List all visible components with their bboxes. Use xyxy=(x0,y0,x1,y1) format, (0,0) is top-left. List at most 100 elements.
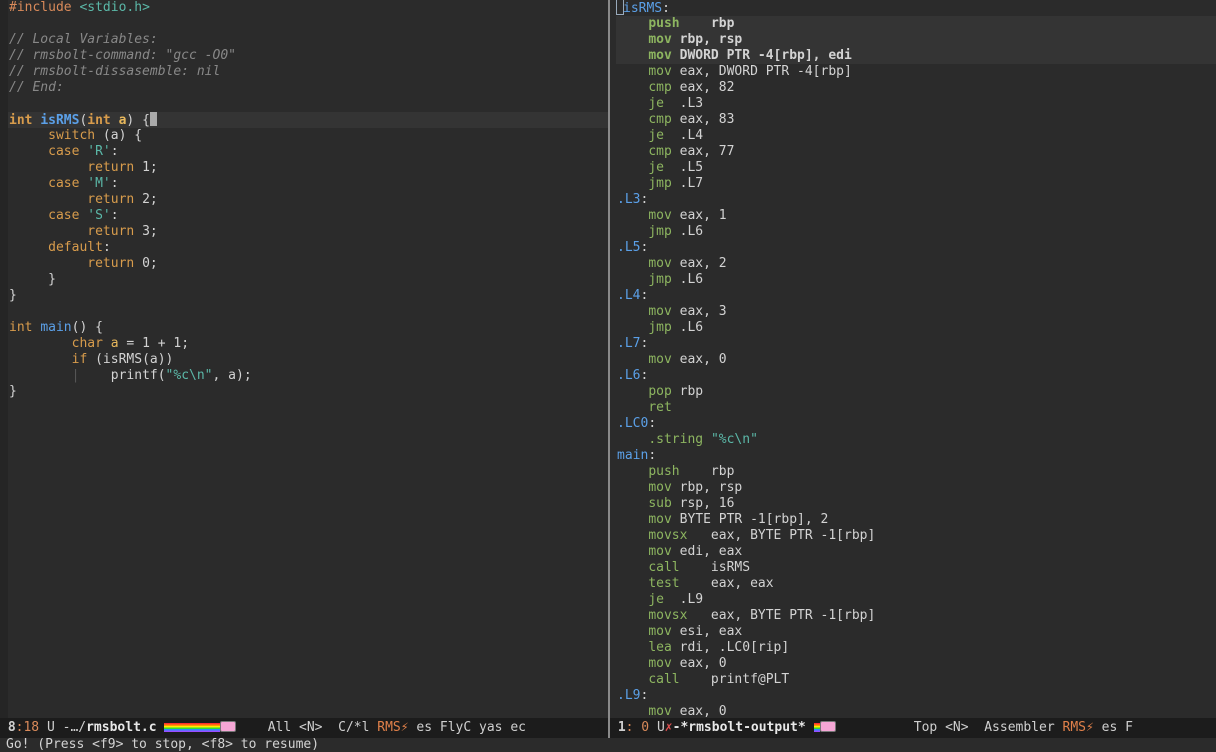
line-number: 8 xyxy=(0,720,16,735)
asm-label: .LC0: xyxy=(617,416,657,431)
nyan-rainbow-icon xyxy=(164,723,221,732)
asm-line: mov eax, 0 xyxy=(648,704,727,718)
mode-info: Top <N> Assembler xyxy=(835,720,1063,735)
asm-line: pop rbp xyxy=(648,384,704,399)
asm-line: mov rbp, rsp xyxy=(648,480,743,495)
code-line: return 1; xyxy=(87,160,158,175)
lightning-icon: ⚡ xyxy=(1085,720,1094,735)
asm-line: je .L3 xyxy=(648,96,704,111)
asm-label: isRMS: xyxy=(616,0,1216,16)
asm-line: mov eax, 2 xyxy=(648,256,727,271)
column-number: : 0 xyxy=(625,720,650,735)
asm-label: .L4: xyxy=(617,288,649,303)
path-prefix: -…/ xyxy=(62,720,87,735)
asm-line: jmp .L6 xyxy=(648,272,704,287)
asm-line: je .L9 xyxy=(648,592,704,607)
buffer-state: U xyxy=(649,720,665,735)
asm-label: .L9: xyxy=(617,688,649,703)
column-number: :18 xyxy=(15,720,40,735)
echo-area: Go! (Press <f9> to stop, <f8> to resume) xyxy=(0,738,1216,752)
include-header: <stdio.h> xyxy=(79,0,150,15)
mode-line-left[interactable]: 8:18 U -…/rmsbolt.c All <N> C/*l RMS⚡ es… xyxy=(0,718,608,738)
nyan-cat-icon xyxy=(819,721,836,732)
assembly-code[interactable]: isRMS: push rbp mov rbp, rsp mov DWORD P… xyxy=(616,0,1216,718)
asm-line: call isRMS xyxy=(648,560,751,575)
asm-line: mov BYTE PTR -1[rbp], 2 xyxy=(648,512,829,527)
code-line: return 3; xyxy=(87,224,158,239)
asm-line: sub rsp, 16 xyxy=(648,496,735,511)
buffer-name[interactable]: rmsbolt.c xyxy=(86,720,156,735)
asm-line-highlighted: push rbp xyxy=(616,16,1216,32)
asm-line: cmp eax, 83 xyxy=(648,112,735,127)
minor-modes[interactable]: es F xyxy=(1094,720,1133,735)
asm-label: .L6: xyxy=(617,368,649,383)
comment-line: // Local Variables: xyxy=(9,32,158,47)
asm-line: je .L5 xyxy=(648,160,704,175)
source-editor-pane[interactable]: #include <stdio.h> // Local Variables: /… xyxy=(0,0,608,718)
asm-line: jmp .L6 xyxy=(648,224,704,239)
asm-line: push rbp xyxy=(648,464,735,479)
left-fringe xyxy=(0,0,8,718)
code-line: char a = 1 + 1; xyxy=(71,336,190,351)
code-line: } xyxy=(9,288,17,303)
rms-mode-indicator[interactable]: RMS xyxy=(377,720,400,735)
asm-label: .L3: xyxy=(617,192,649,207)
asm-line: mov eax, DWORD PTR -4[rbp] xyxy=(648,64,852,79)
asm-label: .L5: xyxy=(617,240,649,255)
code-line: default: xyxy=(48,240,111,255)
nyan-cat-icon xyxy=(220,721,237,732)
code-line: switch (a) { xyxy=(48,128,143,143)
asm-line: mov eax, 3 xyxy=(648,304,727,319)
asm-line: mov eax, 1 xyxy=(648,208,727,223)
asm-line-highlighted: mov rbp, rsp xyxy=(616,32,1216,48)
code-line: #include <stdio.h> xyxy=(8,0,608,16)
lightning-icon: ⚡ xyxy=(400,720,409,735)
current-line: int isRMS(int a) { xyxy=(8,112,608,128)
comment-line: // End: xyxy=(9,80,64,95)
code-line: case 'R': xyxy=(48,144,119,159)
code-line: | printf("%c\n", a); xyxy=(71,368,252,383)
asm-line: cmp eax, 82 xyxy=(648,80,735,95)
comment-line: // rmsbolt-dissasemble: nil xyxy=(9,64,221,79)
error-icon: ✗ xyxy=(664,720,673,735)
asm-line: movsx eax, BYTE PTR -1[rbp] xyxy=(648,528,876,543)
code-line: if (isRMS(a)) xyxy=(71,352,174,367)
line-number: 1 xyxy=(610,720,626,735)
asm-line: test eax, eax xyxy=(648,576,774,591)
asm-line: movsx eax, BYTE PTR -1[rbp] xyxy=(648,608,876,623)
minor-modes[interactable]: es FlyC yas ec xyxy=(409,720,526,735)
code-line: } xyxy=(9,272,56,287)
asm-line: cmp eax, 77 xyxy=(648,144,735,159)
asm-line: je .L4 xyxy=(648,128,704,143)
code-line: int main() { xyxy=(9,320,103,335)
code-line: case 'M': xyxy=(48,176,119,191)
nyan-rainbow-icon xyxy=(813,723,820,732)
asm-line-highlighted: mov DWORD PTR -4[rbp], edi xyxy=(616,48,1216,64)
asm-line: lea rdi, .LC0[rip] xyxy=(648,640,790,655)
asm-line: mov eax, 0 xyxy=(648,352,727,367)
asm-line: mov edi, eax xyxy=(648,544,743,559)
asm-label: .L7: xyxy=(617,336,649,351)
code-line: } xyxy=(9,384,17,399)
rms-mode-indicator[interactable]: RMS xyxy=(1063,720,1086,735)
buffer-state: U xyxy=(39,720,63,735)
mode-line-right[interactable]: 1: 0 U✗-*rmsbolt-output* Top <N> Assembl… xyxy=(610,718,1216,738)
asm-line: jmp .L7 xyxy=(648,176,704,191)
comment-line: // rmsbolt-command: "gcc -O0" xyxy=(9,48,236,63)
mode-info: All <N> C/*l xyxy=(236,720,378,735)
assembly-output-pane[interactable]: isRMS: push rbp mov rbp, rsp mov DWORD P… xyxy=(610,0,1216,718)
asm-line: ret xyxy=(648,400,672,415)
code-line: case 'S': xyxy=(48,208,119,223)
asm-line: jmp .L6 xyxy=(648,320,704,335)
asm-line: mov eax, 0 xyxy=(648,656,727,671)
buffer-name[interactable]: -*rmsbolt-output* xyxy=(673,720,806,735)
asm-line: .string "%c\n" xyxy=(648,432,758,447)
asm-line: call printf@PLT xyxy=(648,672,790,687)
code-line: return 0; xyxy=(87,256,158,271)
source-code[interactable]: #include <stdio.h> // Local Variables: /… xyxy=(8,0,608,400)
asm-line: mov esi, eax xyxy=(648,624,743,639)
preprocessor-directive: #include xyxy=(9,0,80,15)
